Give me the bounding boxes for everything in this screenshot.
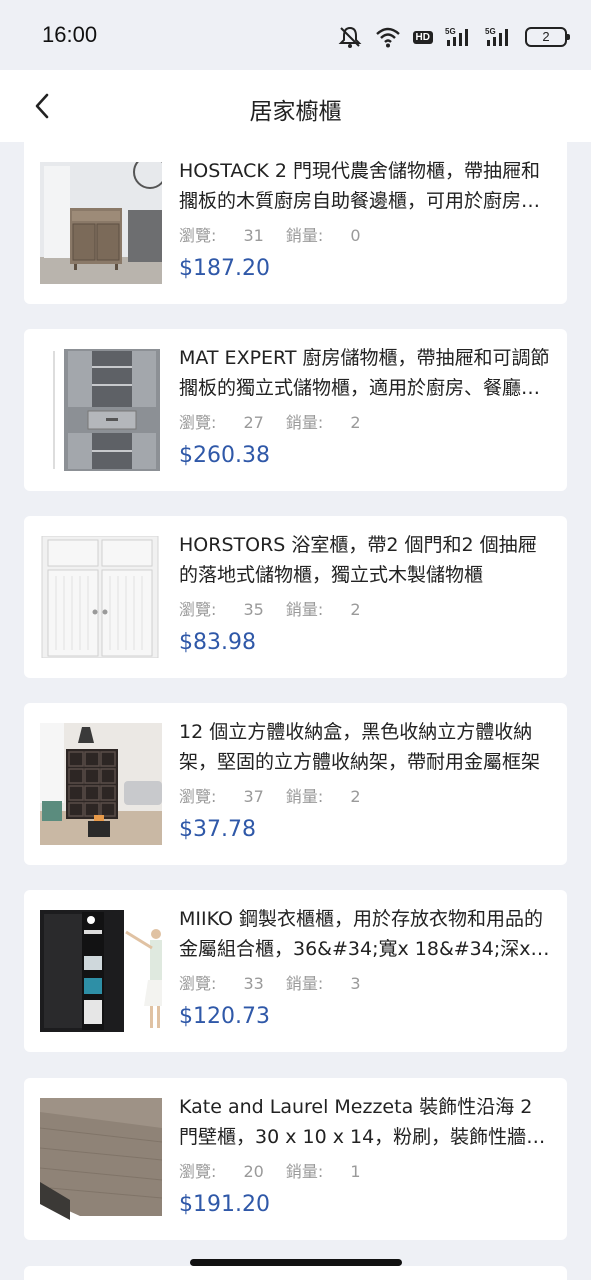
views-label: 瀏覽: xyxy=(179,226,217,245)
steel-wardrobe-image xyxy=(40,910,162,1032)
svg-text:5G: 5G xyxy=(445,27,456,36)
farmhouse-cabinet-image xyxy=(40,162,162,284)
product-card[interactable]: MAT EXPERT 廚房儲物櫃，帶抽屜和可調節擱板的獨立式儲物櫃，適用於廚房、… xyxy=(24,329,567,491)
product-card[interactable]: HORSTORS 浴室櫃，帶2 個門和2 個抽屜的落地式儲物櫃，獨立式木製儲物櫃… xyxy=(24,516,567,678)
sales-count: 1 xyxy=(350,1162,361,1181)
wall-cabinet-image xyxy=(40,1098,162,1220)
sales-count: 2 xyxy=(350,413,361,432)
product-title: HOSTACK 2 門現代農舍儲物櫃，帶抽屜和擱板的木質廚房自助餐邊櫃，可用於廚… xyxy=(179,160,541,212)
battery-icon: 2 xyxy=(525,27,570,47)
views-count: 31 xyxy=(243,226,264,245)
product-title: Kate and Laurel Mezzeta 裝飾性沿海 2 門壁櫃，30 x… xyxy=(179,1096,546,1148)
sales-stat: 銷量: 2 xyxy=(286,600,361,619)
views-label: 瀏覽: xyxy=(179,413,217,432)
product-title: 12 個立方體收納盒，黑色收納立方體收納架，堅固的立方體收納架，帶耐用金屬框架 xyxy=(179,721,541,773)
signal-5g-icon: 5G xyxy=(445,27,468,46)
views-stat: 瀏覽: 37 xyxy=(179,787,264,806)
views-label: 瀏覽: xyxy=(179,1162,217,1181)
product-title: MIIKO 鋼製衣櫃櫃，用於存放衣物和用品的金屬組合櫃，36&#34;寬x 18… xyxy=(179,908,544,960)
product-stats: 瀏覽: 37 銷量: 2 xyxy=(179,783,361,807)
sales-label: 銷量: xyxy=(285,600,324,619)
product-price: $83.98 xyxy=(179,630,256,655)
views-stat: 瀏覽: 20 xyxy=(179,1162,264,1181)
views-label: 瀏覽: xyxy=(179,600,217,619)
product-image xyxy=(40,162,162,284)
sales-stat: 銷量: 2 xyxy=(286,787,361,806)
svg-text:5G: 5G xyxy=(485,27,496,36)
product-image xyxy=(40,723,162,845)
sales-count: 2 xyxy=(350,600,361,619)
views-stat: 瀏覽: 33 xyxy=(179,974,264,993)
sales-label: 銷量: xyxy=(285,974,324,993)
product-stats: 瀏覽: 35 銷量: 2 xyxy=(179,596,361,620)
views-count: 37 xyxy=(243,787,264,806)
signal-5g-icon-2: 5G xyxy=(485,27,508,46)
sales-count: 0 xyxy=(350,226,361,245)
views-label: 瀏覽: xyxy=(179,974,217,993)
product-stats: 瀏覽: 33 銷量: 3 xyxy=(179,970,361,994)
product-image xyxy=(40,1098,162,1220)
product-stats: 瀏覽: 20 銷量: 1 xyxy=(179,1158,361,1182)
sales-label: 銷量: xyxy=(285,413,324,432)
product-price: $260.38 xyxy=(179,443,270,468)
page-title: 居家櫥櫃 xyxy=(249,99,342,125)
status-bar: 16:00 HD 5G 5G 2 xyxy=(0,0,591,70)
product-title: MAT EXPERT 廚房儲物櫃，帶抽屜和可調節擱板的獨立式儲物櫃，適用於廚房、… xyxy=(179,347,550,399)
mute-bell-icon xyxy=(338,26,361,48)
product-stats: 瀏覽: 31 銷量: 0 xyxy=(179,222,361,246)
sales-stat: 銷量: 2 xyxy=(286,413,361,432)
bathroom-cabinet-image xyxy=(40,536,162,658)
cube-storage-image xyxy=(40,723,162,845)
status-icons: HD 5G 5G 2 xyxy=(337,24,570,50)
product-price: $37.78 xyxy=(179,817,256,842)
product-price: $191.20 xyxy=(179,1192,270,1217)
views-label: 瀏覽: xyxy=(179,787,217,806)
sales-count: 3 xyxy=(350,974,361,993)
views-count: 20 xyxy=(243,1162,264,1181)
views-stat: 瀏覽: 31 xyxy=(179,226,264,245)
sales-label: 銷量: xyxy=(285,226,324,245)
status-time: 16:00 xyxy=(42,22,98,47)
views-count: 35 xyxy=(243,600,264,619)
product-price: $187.20 xyxy=(179,256,270,281)
home-indicator[interactable] xyxy=(190,1259,402,1266)
views-count: 27 xyxy=(243,413,264,432)
views-stat: 瀏覽: 35 xyxy=(179,600,264,619)
sales-stat: 銷量: 3 xyxy=(286,974,361,993)
nav-bar: 居家櫥櫃 xyxy=(0,70,591,142)
product-card[interactable]: MIIKO 鋼製衣櫃櫃，用於存放衣物和用品的金屬組合櫃，36&#34;寬x 18… xyxy=(24,890,567,1052)
product-price: $120.73 xyxy=(179,1004,270,1029)
hd-voice-icon: HD xyxy=(412,30,433,44)
views-stat: 瀏覽: 27 xyxy=(179,413,264,432)
product-card[interactable]: 12 個立方體收納盒，黑色收納立方體收納架，堅固的立方體收納架，帶耐用金屬框架 … xyxy=(24,703,567,865)
product-title: HORSTORS 浴室櫃，帶2 個門和2 個抽屜的落地式儲物櫃，獨立式木製儲物櫃 xyxy=(179,534,537,586)
wifi-icon xyxy=(375,27,400,48)
product-card-partial[interactable] xyxy=(24,1266,567,1280)
sales-count: 2 xyxy=(350,787,361,806)
sales-label: 銷量: xyxy=(285,1162,324,1181)
sales-stat: 銷量: 0 xyxy=(286,226,361,245)
product-image xyxy=(40,536,162,658)
product-card[interactable]: Kate and Laurel Mezzeta 裝飾性沿海 2 門壁櫃，30 x… xyxy=(24,1078,567,1240)
product-image xyxy=(40,349,162,471)
sales-stat: 銷量: 1 xyxy=(286,1162,361,1181)
product-stats: 瀏覽: 27 銷量: 2 xyxy=(179,409,361,433)
sales-label: 銷量: xyxy=(285,787,324,806)
product-card[interactable]: HOSTACK 2 門現代農舍儲物櫃，帶抽屜和擱板的木質廚房自助餐邊櫃，可用於廚… xyxy=(24,142,567,304)
tall-pantry-cabinet-image xyxy=(40,349,162,471)
views-count: 33 xyxy=(243,974,264,993)
product-image xyxy=(40,910,162,1032)
